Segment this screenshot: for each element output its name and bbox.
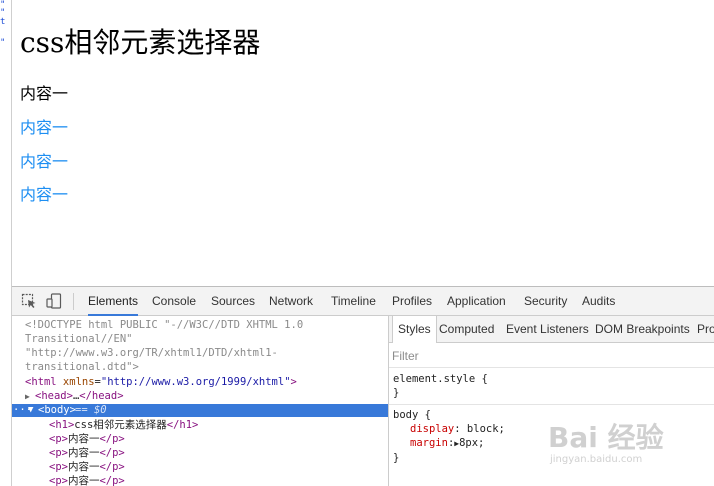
page-paragraph: 内容一 — [20, 84, 69, 103]
page-viewport: css相邻元素选择器 内容一 内容一 内容一 内容一 — [12, 0, 714, 286]
editor-gutter: " " t " — [0, 0, 11, 486]
dom-node-p[interactable]: <p>内容一</p> — [49, 474, 125, 486]
tab-console[interactable]: Console — [152, 287, 196, 316]
dom-tree: <!DOCTYPE html PUBLIC "-//W3C//DTD XHTML… — [12, 316, 388, 486]
tab-computed[interactable]: Computed — [434, 316, 499, 343]
tab-sources[interactable]: Sources — [211, 287, 255, 316]
page-paragraph-adjacent: 内容一 — [20, 152, 69, 171]
style-declaration[interactable]: margin:▶8px; — [393, 436, 505, 451]
devtools-toolbar: Elements Console Sources Network Timelin… — [12, 287, 714, 316]
tab-application[interactable]: Application — [447, 287, 506, 316]
element-style-rule[interactable]: element.style { } — [393, 372, 488, 400]
doctype-line[interactable]: transitional.dtd"> — [25, 360, 139, 374]
gutter-glyph: t — [0, 17, 6, 27]
filter-row — [389, 343, 714, 368]
doctype-line[interactable]: <!DOCTYPE html PUBLIC "-//W3C//DTD XHTML… — [25, 318, 303, 332]
gutter-glyph: " — [0, 38, 6, 48]
body-style-rule[interactable]: body { display: block; margin:▶8px; } — [393, 408, 505, 465]
body-tag: <body> — [38, 404, 76, 416]
page-paragraph-adjacent: 内容一 — [20, 118, 69, 137]
dom-node-head[interactable]: ▶ <head>…</head> — [25, 389, 124, 404]
dom-node-p[interactable]: <p>内容一</p> — [49, 446, 125, 460]
dom-node-html[interactable]: <html xmlns="http://www.w3.org/1999/xhtm… — [25, 375, 297, 389]
tab-dom-breakpoints[interactable]: DOM Breakpoints — [590, 316, 695, 343]
page-paragraph-adjacent: 内容一 — [20, 185, 69, 204]
expand-triangle-icon[interactable]: ▶ — [25, 390, 35, 404]
tab-timeline[interactable]: Timeline — [331, 287, 376, 316]
tab-properties[interactable]: Pro — [692, 316, 714, 343]
doctype-line[interactable]: "http://www.w3.org/TR/xhtml1/DTD/xhtml1- — [25, 346, 278, 360]
console-ref: == $0 — [75, 404, 107, 416]
inspect-icon[interactable] — [21, 293, 37, 309]
dom-node-p[interactable]: <p>内容一</p> — [49, 460, 125, 474]
devtools-panel: Elements Console Sources Network Timelin… — [12, 286, 714, 486]
styles-filter-input[interactable] — [392, 349, 692, 363]
tab-profiles[interactable]: Profiles — [392, 287, 432, 316]
tab-network[interactable]: Network — [269, 287, 313, 316]
tab-audits[interactable]: Audits — [582, 287, 615, 316]
dom-node-body-selected[interactable]: ··· ▼ <body> == $0 — [12, 404, 388, 417]
rule-separator — [389, 404, 714, 405]
collapse-triangle-icon[interactable]: ▼ — [28, 404, 33, 417]
dom-node-h1[interactable]: <h1>css相邻元素选择器</h1> — [49, 418, 198, 432]
styles-sidebar: Styles Computed Event Listeners DOM Brea… — [389, 316, 714, 486]
tab-security[interactable]: Security — [524, 287, 567, 316]
toolbar-separator — [73, 293, 74, 310]
page-heading: css相邻元素选择器 — [20, 26, 261, 59]
styles-tabbar: Styles Computed Event Listeners DOM Brea… — [389, 316, 714, 343]
tab-styles[interactable]: Styles — [392, 316, 437, 343]
doctype-line[interactable]: Transitional//EN" — [25, 332, 132, 346]
devtools-panes: <!DOCTYPE html PUBLIC "-//W3C//DTD XHTML… — [12, 316, 714, 486]
device-mode-icon[interactable] — [46, 293, 62, 309]
style-declaration[interactable]: display: block; — [393, 422, 505, 436]
dom-node-p[interactable]: <p>内容一</p> — [49, 432, 125, 446]
tab-elements[interactable]: Elements — [88, 287, 139, 316]
tab-event-listeners[interactable]: Event Listeners — [501, 316, 594, 343]
